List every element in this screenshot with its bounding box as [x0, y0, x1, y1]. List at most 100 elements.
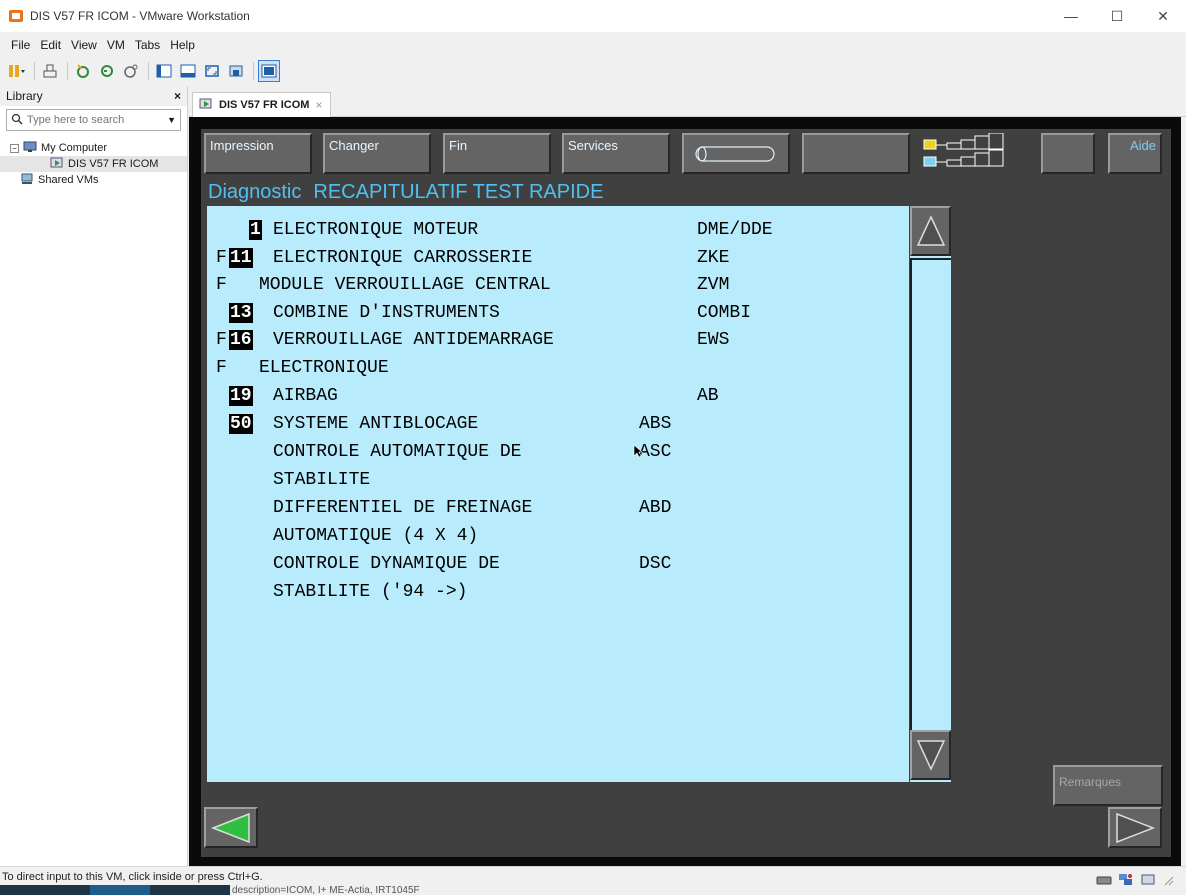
vmware-app-icon — [8, 8, 24, 24]
connection-status-button[interactable] — [682, 133, 790, 174]
status-underlying-text: description=ICOM, I+ ME-Actia, IRT1045F — [232, 885, 420, 895]
collapse-icon[interactable]: − — [10, 143, 19, 153]
menu-tabs[interactable]: Tabs — [135, 38, 160, 52]
summary-row[interactable]: STABILITE — [207, 468, 907, 492]
menu-help[interactable]: Help — [170, 38, 195, 52]
down-arrow-icon — [916, 740, 945, 771]
show-library-icon[interactable] — [153, 60, 175, 82]
up-arrow-icon — [916, 215, 945, 246]
changer-button[interactable]: Changer — [323, 133, 431, 174]
vm-console[interactable]: Impression Changer Fin Services Aide Dia… — [189, 117, 1181, 866]
fault-flag: F — [216, 248, 227, 268]
summary-row[interactable]: 50 SYSTEME ANTIBLOCAGE ABS — [207, 412, 907, 436]
dis-application: Impression Changer Fin Services Aide Dia… — [201, 129, 1171, 857]
summary-row[interactable]: DIFFERENTIEL DE FREINAGE ABD — [207, 496, 907, 520]
library-search[interactable]: ▼ — [6, 109, 181, 131]
search-dropdown-icon[interactable]: ▼ — [167, 115, 176, 125]
summary-row[interactable]: 19 AIRBAG AB — [207, 384, 907, 408]
fault-flag — [216, 496, 227, 520]
ecu-code: ZVM — [697, 275, 730, 295]
menu-vm[interactable]: VM — [107, 38, 125, 52]
pause-icon[interactable] — [6, 60, 28, 82]
thumbnail-bar-icon[interactable] — [177, 60, 199, 82]
right-arrow-icon — [1116, 812, 1156, 843]
module-status-icon — [921, 132, 1029, 174]
summary-row[interactable]: AUTOMATIQUE (4 X 4) — [207, 524, 907, 548]
console-view-icon[interactable] — [258, 60, 280, 82]
unity-icon[interactable] — [225, 60, 247, 82]
summary-row[interactable]: CONTROLE DYNAMIQUE DE DSC — [207, 552, 907, 576]
summary-row[interactable]: 13 COMBINE D'INSTRUMENTS COMBI — [207, 301, 907, 325]
tree-item-shared-vms[interactable]: Shared VMs — [0, 172, 187, 188]
minimize-button[interactable]: — — [1048, 0, 1094, 32]
library-close-button[interactable]: × — [174, 89, 181, 103]
menu-edit[interactable]: Edit — [40, 38, 61, 52]
tree-item-my-computer[interactable]: − My Computer — [0, 140, 187, 156]
display-icon[interactable] — [1140, 873, 1156, 890]
tab-close-icon[interactable]: × — [315, 98, 322, 112]
snapshot-icon[interactable] — [72, 60, 94, 82]
tab-strip: DIS V57 FR ICOM × — [189, 86, 1186, 117]
ecu-label: AUTOMATIQUE (4 X 4) — [273, 526, 479, 546]
fault-flag — [216, 524, 227, 548]
window-title: DIS V57 FR ICOM - VMware Workstation — [30, 9, 250, 23]
resize-grip-icon[interactable] — [1162, 874, 1174, 889]
menu-view[interactable]: View — [71, 38, 97, 52]
network-icon[interactable] — [1118, 873, 1134, 890]
services-button[interactable]: Services — [562, 133, 670, 174]
back-button[interactable] — [204, 807, 258, 848]
fault-flag — [216, 552, 227, 576]
computer-icon — [23, 141, 37, 156]
summary-row[interactable]: F 11 ELECTRONIQUE CARROSSERIE ZKE — [207, 246, 907, 270]
close-button[interactable]: ✕ — [1140, 0, 1186, 32]
scroll-down-button[interactable] — [910, 730, 951, 780]
toolbar-separator — [67, 62, 68, 80]
send-ctrl-alt-del-icon[interactable] — [39, 60, 61, 82]
remarques-button[interactable]: Remarques — [1053, 765, 1163, 806]
toolbar-separator — [34, 62, 35, 80]
aide-button[interactable]: Aide — [1108, 133, 1162, 174]
summary-row[interactable]: CONTROLE AUTOMATIQUE DE ASC — [207, 440, 907, 464]
fault-flag — [216, 440, 227, 464]
summary-row[interactable]: F 16 VERROUILLAGE ANTIDEMARRAGE EWS — [207, 328, 907, 352]
taskbar-strip-accent — [90, 885, 150, 895]
ecu-label: MODULE VERROUILLAGE CENTRAL — [259, 275, 551, 295]
title-bar: DIS V57 FR ICOM - VMware Workstation — ☐… — [0, 0, 1186, 32]
tab-vm[interactable]: DIS V57 FR ICOM × — [192, 92, 332, 117]
summary-row[interactable]: STABILITE ('94 ->) — [207, 580, 907, 604]
ecu-label: STABILITE — [273, 470, 371, 490]
summary-row[interactable]: F ELECTRONIQUE — [207, 356, 907, 380]
ecu-code: ABD — [639, 498, 672, 518]
vmware-workstation-window: DIS V57 FR ICOM - VMware Workstation — ☐… — [0, 0, 1186, 895]
blank-button[interactable] — [802, 133, 910, 174]
fault-flag — [216, 301, 227, 325]
ecu-code: COMBI — [697, 303, 752, 323]
maximize-button[interactable]: ☐ — [1094, 0, 1140, 32]
menu-file[interactable]: File — [11, 38, 30, 52]
tree-item-vm[interactable]: DIS V57 FR ICOM — [0, 156, 187, 172]
library-search-input[interactable] — [27, 114, 157, 126]
full-screen-icon[interactable] — [201, 60, 223, 82]
impression-button[interactable]: Impression — [204, 133, 312, 174]
hard-disk-icon[interactable] — [1096, 874, 1112, 889]
test-summary-panel: 1 ELECTRONIQUE MOTEUR DME/DDE F 11 ELECTRONIQ… — [207, 206, 909, 782]
ecu-code: ASC — [639, 442, 672, 462]
forward-button[interactable] — [1108, 807, 1162, 848]
summary-row[interactable]: F MODULE VERROUILLAGE CENTRAL ZVM — [207, 273, 907, 297]
summary-row[interactable]: 1 ELECTRONIQUE MOTEUR DME/DDE — [207, 218, 907, 242]
revert-snapshot-icon[interactable] — [96, 60, 118, 82]
snapshot-manager-icon[interactable] — [120, 60, 142, 82]
scroll-up-button[interactable] — [910, 206, 951, 256]
toolbar — [0, 58, 1186, 84]
ecu-code: EWS — [697, 330, 730, 350]
toolbar-separator — [148, 62, 149, 80]
scroll-track[interactable] — [910, 258, 951, 730]
ecu-label: CONTROLE DYNAMIQUE DE — [273, 554, 500, 574]
ecu-number-badge: 16 — [229, 330, 253, 350]
fault-flag — [216, 384, 227, 408]
library-title: Library — [6, 89, 43, 103]
mouse-cursor-icon — [633, 444, 643, 461]
fault-flag — [216, 412, 227, 436]
blank-button-2[interactable] — [1041, 133, 1095, 174]
fin-button[interactable]: Fin — [443, 133, 551, 174]
